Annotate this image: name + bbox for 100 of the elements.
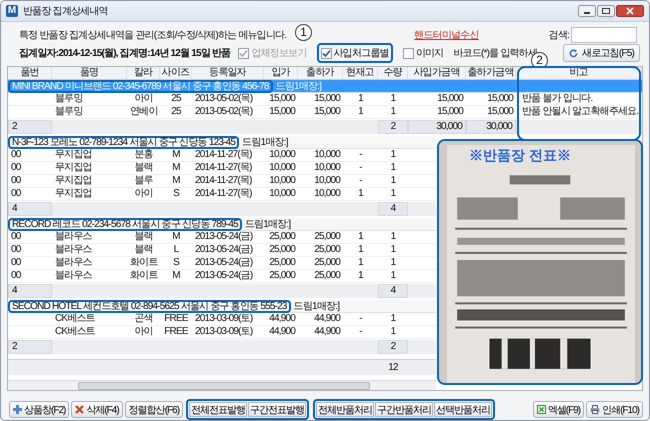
table-cell-text: CK베스트 [54, 326, 96, 338]
group-row[interactable]: N-3F-123 모레노 02-789-1234 서울시 중구 신당동 123-45 드림1매장:] [8, 136, 436, 149]
toolbar-button[interactable]: 인쇄(F10) [586, 401, 643, 418]
search-label: 검색: [548, 29, 569, 42]
option-checkbox[interactable]: 사입처그룹별 [316, 43, 393, 63]
table-cell-text: 1 [390, 162, 397, 174]
toolbar-button[interactable]: 구간반품처리 [375, 402, 434, 417]
toolbar-button[interactable]: 엑셀(F9) [532, 401, 584, 418]
store-text: 드림1매장:] [294, 300, 340, 313]
table-cell-text: 2014-11-27(목) [194, 162, 253, 174]
subtotal-cell: 2 [378, 340, 408, 354]
table-cell-text: - [358, 162, 364, 174]
table-cell-text: 아이 [133, 188, 154, 200]
group-row[interactable]: RECORD 레코드 02-234-5678 서울시 중구 신당동 789-45 드림1매장:] [8, 218, 436, 231]
scrollbar[interactable] [8, 380, 436, 390]
terminal-link[interactable]: 핸드터미널수신 [414, 28, 479, 42]
table-cell-text: 25,000 [268, 257, 296, 269]
table-cell-text: 15,000 [486, 93, 514, 105]
table-cell-text: 블루밍 [54, 93, 84, 105]
column-header[interactable]: 품번 [8, 67, 52, 79]
column-header[interactable]: 등록일자 [192, 67, 264, 79]
table-cell-text: 1 [390, 93, 397, 105]
table-cell-text: 15,000 [313, 106, 342, 118]
table-cell-text: 00 [10, 231, 22, 243]
table-cell-text: CK베스트 [54, 313, 96, 325]
toolbar-button[interactable]: 전체전표발행 [189, 402, 248, 417]
vendor-text: N-3F-123 모레노 02-789-1234 서울시 중구 신당동 123-45 [8, 136, 240, 148]
toolbar-button[interactable]: 선택반품처리 [434, 402, 492, 417]
table-cell-text: 25,000 [268, 231, 296, 243]
window-title: 반품장 집계상세내역 [23, 5, 108, 18]
table-cell-text: 25,000 [268, 270, 296, 282]
table-cell-text: 무지집업 [54, 175, 93, 187]
table-cell-text: 블라우스 [54, 244, 93, 256]
table-cell-text: 25,000 [313, 244, 342, 256]
column-header[interactable]: 출하가금액 [466, 67, 516, 79]
close-icon[interactable] [616, 5, 644, 17]
table-row[interactable]: CK베스트 아이 FREE 2013-03-09(토) 44,900 44,900 - 1 [8, 326, 436, 339]
table-row[interactable]: 00 무지집업 분홍 M 2014-11-27(목) 10,000 10,000 - 1 [8, 149, 436, 162]
table-cell-text: 블라우스 [54, 270, 93, 282]
column-header[interactable]: 현재고 [343, 67, 378, 79]
table-row[interactable]: CK베스트 곤색 FREE 2013-03-09(토) 44,900 44,900 - 1 [8, 313, 436, 326]
table-cell-text: 44,900 [268, 313, 296, 325]
table-cell-text: 25,000 [313, 257, 342, 269]
table-cell-text: 2013-05-24(금) [194, 257, 254, 269]
table-row[interactable]: 00 블라우스 블랙 M 2013-05-24(금) 25,000 25,000 1 1 [8, 231, 436, 244]
subtotal-cell: 4 [378, 284, 408, 298]
subtotal-cell: 30,000 [466, 120, 516, 134]
table-cell-text: 2013-05-24(금) [194, 231, 254, 243]
option-checkbox[interactable]: 이미지 [398, 43, 448, 63]
table-cell-text: 15,000 [486, 106, 514, 118]
table-cell-text: 분홍 [133, 149, 154, 161]
checkmark-icon [322, 48, 331, 58]
toolbar-button[interactable]: 정렬합산(F6) [124, 401, 184, 418]
table-row[interactable]: 00 블라우스 화이트 S 2013-05-24(금) 25,000 25,000 1 1 [8, 257, 436, 270]
table-row[interactable]: 블루밍 아이 25 2013-05-02(목) 15,000 15,000 1 1 15,000 15,000 반품 불가 입니다. [8, 93, 642, 106]
table-row[interactable]: 00 무지집업 아이 S 2014-11-27(목) 10,000 10,000 1 1 [8, 188, 436, 201]
column-header[interactable]: 품명 [52, 67, 127, 79]
table-row[interactable]: 00 블라우스 블랙 L 2013-05-24(금) 25,000 25,000 1 1 [8, 244, 436, 257]
subtotal-cell: 2 [8, 120, 52, 134]
table-cell-text: 2013-05-02(목) [194, 106, 254, 118]
column-header[interactable]: 사이즈 [160, 67, 192, 79]
table-cell-text: 25 [170, 93, 182, 105]
table-cell-text: 아이 [133, 93, 154, 105]
toolbar-button[interactable]: 삭제(F4) [71, 401, 123, 418]
table-cell-text: 10,000 [268, 162, 296, 174]
minimize-icon[interactable] [578, 5, 596, 17]
column-header[interactable]: 비고 [516, 67, 642, 79]
table-cell-text: L [172, 244, 180, 256]
table-cell-text: - [358, 326, 364, 338]
table-cell-text: 1 [390, 270, 397, 282]
table-row[interactable]: 00 무지집업 블랙 M 2014-11-27(목) 10,000 10,000 - 1 [8, 162, 436, 175]
plus-icon [13, 405, 22, 414]
step-marker: 1 [295, 24, 312, 41]
table-cell-text: M [171, 270, 181, 282]
table-row[interactable]: 블루밍 연베이 25 2013-05-02(목) 15,000 15,000 1 1 15,000 15,000 반품 안될시 알고확해주세요. [8, 106, 642, 119]
table-row[interactable]: 00 블라우스 화이트 M 2013-05-24(금) 25,000 25,000 1 1 [8, 270, 436, 283]
column-header[interactable]: 출하가 [298, 67, 343, 79]
table-cell-text: 연베이 [129, 106, 159, 118]
table-row[interactable]: 00 무지집업 블루 M 2014-11-27(목) 10,000 10,000 - 1 [8, 175, 436, 188]
group-row[interactable]: SECOND HOTEL 세컨드호텔 02-894-5625 서울시 중구 홍인동 555-23 드림1매장:] [8, 300, 436, 313]
table-cell-text: 10,000 [268, 149, 296, 161]
column-header[interactable]: 입가 [264, 67, 298, 79]
vendor-text: RECORD 레코드 02-234-5678 서울시 중구 신당동 789-45 [8, 218, 242, 230]
table-cell-text: - [358, 175, 364, 187]
toolbar-button[interactable]: 상품창(F2) [9, 401, 70, 418]
toolbar-button[interactable]: 전체반품처리 [316, 402, 374, 417]
table-cell-text: 00 [10, 175, 22, 187]
table-cell-text: FREE [163, 326, 190, 338]
table-cell-text: 곤색 [133, 313, 154, 325]
column-header[interactable]: 칼라 [127, 67, 160, 79]
table-cell-text: 44,900 [313, 313, 342, 325]
column-header[interactable]: 사입가금액 [408, 67, 466, 79]
search-field[interactable] [571, 27, 637, 43]
refresh-button[interactable]: 새로고침(F5) [563, 44, 640, 62]
table-cell-text: 25,000 [268, 244, 296, 256]
toolbar-button[interactable]: 구간전표발행 [248, 402, 306, 417]
subtotal-cell: 4 [8, 284, 52, 298]
column-header[interactable]: 수량 [378, 67, 408, 79]
table-cell-text: 00 [10, 149, 22, 161]
maximize-icon[interactable] [597, 5, 615, 17]
